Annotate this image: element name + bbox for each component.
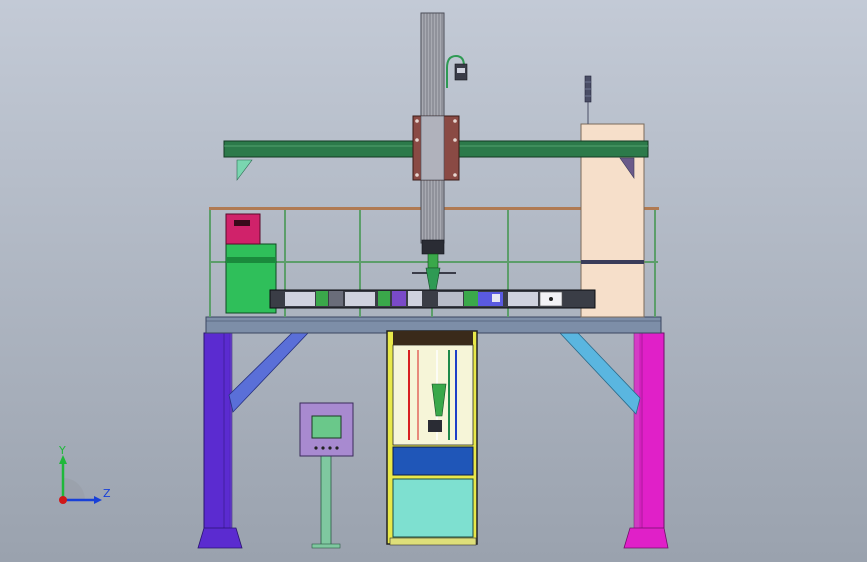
- control-panel-screen: [311, 415, 342, 439]
- magenta-junction-box: [225, 213, 261, 245]
- left-support-column: [197, 332, 243, 549]
- control-panel-foot: [311, 543, 341, 549]
- operator-control-panel: [299, 402, 354, 549]
- mast-carriage: [412, 115, 460, 181]
- y-axis-label: Y: [58, 444, 66, 457]
- coordinate-triad: Y Z: [58, 444, 111, 504]
- right-column-body: [639, 332, 665, 546]
- right-column-foot: [623, 527, 669, 549]
- processing-enclosure: [386, 330, 478, 546]
- green-electrical-cabinet: [225, 243, 277, 314]
- enclosure-lower-panel: [392, 478, 474, 538]
- signal-tower-lamp: [584, 75, 592, 124]
- conveyor-track: [269, 289, 596, 309]
- left-diagonal-brace: [228, 332, 309, 413]
- triad-origin: [59, 496, 67, 504]
- left-column-inner: [223, 332, 233, 546]
- right-diagonal-brace: [559, 332, 641, 415]
- left-column-foot: [197, 527, 243, 549]
- machine-drawing-canvas: Y Z: [58, 12, 669, 549]
- right-column-inner: [633, 332, 643, 546]
- control-panel-stand: [320, 454, 332, 546]
- cable-carrier: [446, 54, 468, 88]
- right-brace-bar: [559, 332, 641, 415]
- end-effector: [412, 239, 456, 291]
- z-axis-label: Z: [103, 487, 111, 500]
- green-cabinet-body: [225, 243, 277, 314]
- right-support-column: [623, 332, 669, 549]
- magenta-box-body: [225, 213, 261, 245]
- enclosure-band: [392, 446, 474, 476]
- left-brace-bar: [228, 332, 309, 413]
- left-beam-gusset: [236, 159, 253, 181]
